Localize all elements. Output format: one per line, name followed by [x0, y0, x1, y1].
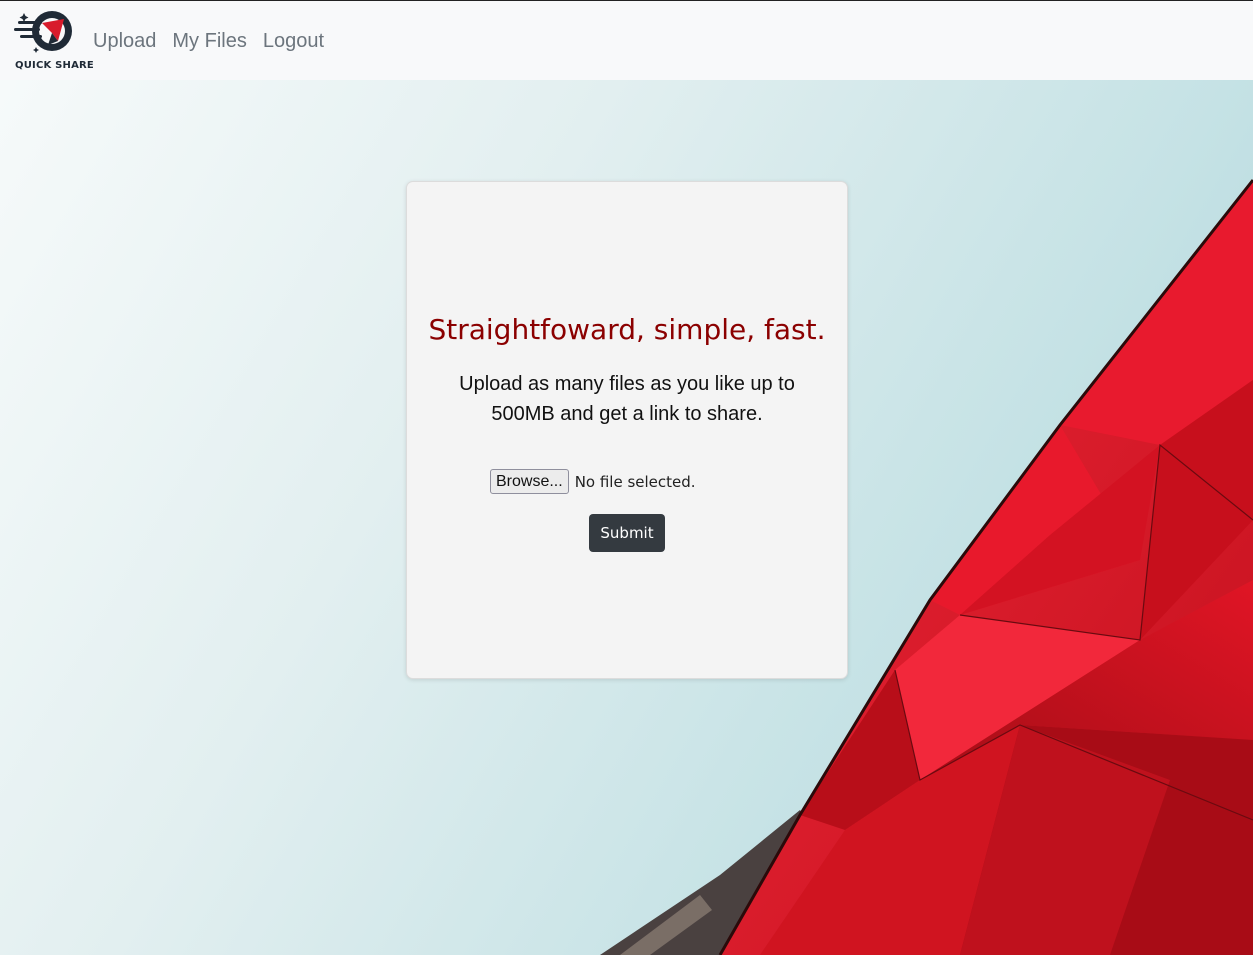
file-input[interactable]: Browse... No file selected. [490, 469, 696, 494]
browse-button[interactable]: Browse... [490, 469, 569, 494]
nav-links: Upload My Files Logout [93, 28, 324, 54]
submit-button[interactable]: Submit [589, 514, 665, 552]
brand-logo[interactable]: QUICK SHARE [12, 7, 94, 75]
rocket-logo-icon [14, 11, 72, 53]
top-navbar: QUICK SHARE Upload My Files Logout [0, 0, 1253, 80]
card-headline: Straightfoward, simple, fast. [428, 313, 826, 346]
upload-card: Straightfoward, simple, fast. Upload as … [406, 181, 848, 679]
nav-logout-link[interactable]: Logout [263, 28, 324, 54]
brand-name: QUICK SHARE [15, 60, 94, 71]
file-status-text: No file selected. [574, 472, 696, 491]
card-description: Upload as many files as you like up to 5… [459, 373, 795, 425]
nav-upload-link[interactable]: Upload [93, 28, 156, 54]
nav-my-files-link[interactable]: My Files [172, 28, 246, 54]
